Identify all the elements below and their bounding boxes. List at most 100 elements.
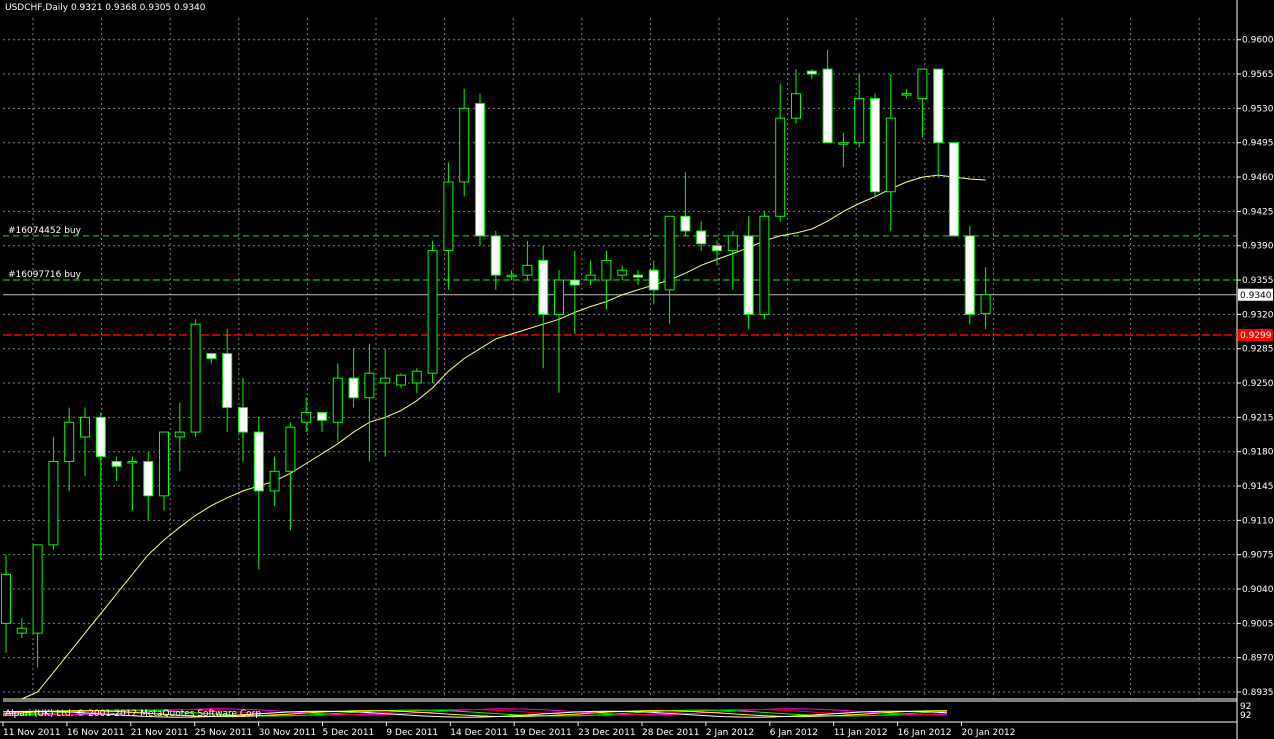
x-tick-label: 28 Dec 2011 xyxy=(642,728,700,738)
candle xyxy=(174,402,185,472)
y-tick-label: 0.8970 xyxy=(1242,654,1274,664)
candle-body-bull xyxy=(364,372,375,399)
candle-body-bear xyxy=(933,68,944,144)
candle-body-bull xyxy=(854,98,865,144)
candle-body-bull xyxy=(917,68,928,100)
broker-copyright: Alpari (UK) Ltd. © 2001-2012 MetaQuotes … xyxy=(5,709,264,719)
price-chart[interactable]: #16074452 buy#16097716 buy 0.96000.95650… xyxy=(0,0,1274,739)
y-tick-label: 0.9145 xyxy=(1242,482,1274,492)
x-tick-label: 14 Dec 2011 xyxy=(450,728,508,738)
x-tick-label: 16 Nov 2011 xyxy=(67,728,125,738)
candle xyxy=(538,245,549,369)
candle-body-bear xyxy=(111,460,122,467)
x-tick-label: 6 Jan 2012 xyxy=(770,728,818,738)
candle xyxy=(806,69,817,79)
candle-body-bull xyxy=(617,269,628,276)
y-tick-label: 0.9040 xyxy=(1242,585,1274,595)
candle xyxy=(411,368,422,393)
candle xyxy=(285,422,296,531)
indicator-subpanel: Alpari (UK) Ltd. © 2001-2012 MetaQuotes … xyxy=(2,702,1251,721)
candle-body-bull xyxy=(901,93,912,96)
y-tick-label: 0.9495 xyxy=(1242,139,1274,149)
candle-body-bull xyxy=(411,370,422,384)
candle-body-bull xyxy=(301,411,312,423)
candle xyxy=(569,250,580,334)
y-tick-label: 0.9425 xyxy=(1242,207,1274,217)
candle-body-bear xyxy=(743,235,754,315)
candle-body-bear xyxy=(949,142,959,237)
candle-body-bear xyxy=(348,377,359,399)
chart-header: USDCHF,Daily 0.9321 0.9368 0.9305 0.9340 xyxy=(5,3,206,13)
candle-body-bull xyxy=(838,142,849,145)
candle xyxy=(80,407,90,477)
candle-body-bull xyxy=(459,107,470,183)
chart-frame xyxy=(0,0,1238,739)
candle xyxy=(838,132,849,168)
candle-body-bear xyxy=(317,411,327,421)
candle-body-bull xyxy=(380,377,391,384)
candle xyxy=(522,240,533,281)
y-tick-label: 0.9530 xyxy=(1242,104,1274,114)
candle xyxy=(648,260,659,305)
candle xyxy=(380,348,391,457)
candle-body-bull xyxy=(269,470,280,492)
candle xyxy=(964,226,975,325)
candle-body-bull xyxy=(48,460,59,546)
y-tick-label: 0.9215 xyxy=(1242,413,1274,423)
candle-body-bull xyxy=(190,323,201,433)
candle xyxy=(332,363,343,442)
candle-body-bear xyxy=(475,102,485,237)
candle-body-bull xyxy=(127,460,138,464)
y-tick-label: 0.9180 xyxy=(1242,448,1274,458)
candle-body-bear xyxy=(633,274,643,278)
y-tick-label: 0.9250 xyxy=(1242,379,1274,389)
candle-body-bull xyxy=(601,259,612,281)
candle-body-bull xyxy=(32,544,43,634)
candle-body-bull xyxy=(980,294,991,314)
indicator-axis-label: 92 xyxy=(1240,711,1251,721)
candle xyxy=(712,240,722,266)
candle-body-bear xyxy=(238,407,248,433)
candle xyxy=(32,544,43,668)
x-tick-label: 2 Jan 2012 xyxy=(706,728,754,738)
candle-body-bear xyxy=(143,460,154,497)
candle xyxy=(901,88,912,99)
x-tick-label: 23 Dec 2011 xyxy=(578,728,636,738)
candle xyxy=(617,265,628,281)
candle-body-bull xyxy=(64,421,75,462)
x-tick-label: 16 Jan 2012 xyxy=(898,728,952,738)
candle xyxy=(459,88,470,197)
candle xyxy=(854,74,865,148)
candle-body-bull xyxy=(332,377,343,423)
candle xyxy=(870,93,880,197)
x-tick-label: 20 Jan 2012 xyxy=(962,728,1016,738)
candle-body-bull xyxy=(885,117,896,193)
x-axis: 11 Nov 2011 16 Nov 2011 21 Nov 2011 25 Nov … xyxy=(2,722,1016,738)
x-tick-label: 21 Nov 2011 xyxy=(131,728,189,738)
candle xyxy=(917,68,928,138)
y-tick-label: 0.9005 xyxy=(1242,619,1274,629)
candle xyxy=(190,319,201,437)
y-tick-label: 0.9355 xyxy=(1242,276,1274,286)
y-tick-label: 0.9320 xyxy=(1242,310,1274,320)
candle xyxy=(238,378,248,462)
candle-body-bull xyxy=(775,117,786,217)
candle xyxy=(933,68,944,178)
candle-body-bull xyxy=(396,374,406,386)
candle xyxy=(633,270,643,285)
candle xyxy=(475,93,485,246)
candle-body-bear xyxy=(95,416,106,458)
candle xyxy=(143,451,154,521)
candle xyxy=(490,230,501,290)
y-tick-label: 0.9460 xyxy=(1242,173,1274,183)
candle-body-bull xyxy=(16,627,27,634)
order-label: #16074452 buy xyxy=(8,226,82,236)
candle xyxy=(822,49,833,144)
candle-body-bear xyxy=(712,245,722,252)
x-tick-label: 11 Jan 2012 xyxy=(834,728,888,738)
candle xyxy=(554,270,564,393)
candle xyxy=(64,407,75,491)
candle xyxy=(980,267,991,330)
candle xyxy=(759,211,770,320)
candle-body-bear xyxy=(870,98,880,193)
